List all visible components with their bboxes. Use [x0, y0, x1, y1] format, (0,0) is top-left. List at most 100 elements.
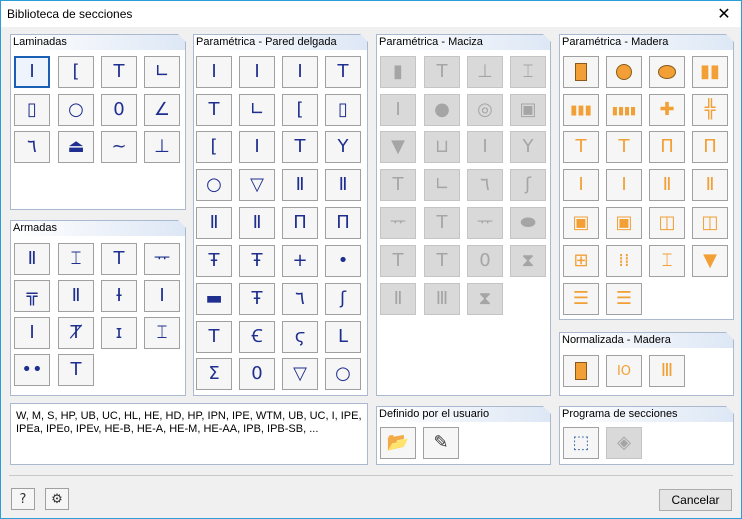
built-box-i-button[interactable]: ⌶ — [58, 243, 94, 275]
thin-trap-box2-button[interactable]: Ⅱ — [239, 207, 275, 239]
norm-wood-io-button[interactable]: IO — [606, 355, 642, 387]
built-tt-button[interactable]: ╦ — [14, 280, 50, 312]
section-pipe-button[interactable]: ○ — [58, 94, 94, 126]
built-two-bars-button[interactable]: •• — [14, 354, 50, 386]
built-i-cover-button[interactable]: Ⅰ — [144, 280, 180, 312]
thin-hook-button[interactable]: ᒪ — [325, 321, 361, 353]
wood-grid4-button[interactable]: ⊞ — [563, 245, 599, 277]
thin-double-box-button[interactable]: Ⅱ — [282, 169, 318, 201]
thin-tee3-button[interactable]: T — [282, 131, 318, 163]
solid-hourglass-button[interactable]: ⧗ — [510, 245, 546, 277]
section-bent-angle-button[interactable]: ∠ — [144, 94, 180, 126]
wood-rect-button[interactable] — [563, 56, 599, 88]
built-tee-button[interactable]: T — [58, 354, 94, 386]
solid-u-button[interactable]: ⊔ — [424, 131, 460, 163]
thin-tee-button[interactable]: T — [325, 56, 361, 88]
cancel-button[interactable]: Cancelar — [659, 489, 732, 511]
norm-wood-three-button[interactable]: Ⅲ — [649, 355, 685, 387]
built-i-stiff-button[interactable]: I — [14, 317, 50, 349]
thin-pi-button[interactable]: Π — [282, 207, 318, 239]
section-sheet-pile-button[interactable]: ~ — [101, 131, 137, 163]
section-i-button[interactable]: Ⅰ — [14, 56, 50, 88]
thin-i-cross2-button[interactable]: Ŧ — [239, 245, 275, 277]
thin-box-button[interactable]: ▯ — [325, 94, 361, 126]
solid-hollow-oval-button[interactable]: 0 — [467, 245, 503, 277]
section-solid-bar-button[interactable]: ⊥ — [144, 131, 180, 163]
solid-tee-button[interactable]: T — [424, 56, 460, 88]
thin-trap-button[interactable]: ▽ — [282, 358, 318, 390]
wood-pi2-button[interactable]: Π — [692, 131, 728, 163]
solid-ring-button[interactable]: ◎ — [467, 94, 503, 126]
section-channel-button[interactable]: [ — [58, 56, 94, 88]
wood-double-cross-button[interactable]: ╬ — [692, 94, 728, 126]
wood-layered2-button[interactable]: ☰ — [606, 283, 642, 315]
thin-pi2-button[interactable]: Π — [325, 207, 361, 239]
wood-oval-button[interactable] — [649, 56, 685, 88]
section-z-button[interactable]: ٦ — [14, 131, 50, 163]
thin-trap-box-button[interactable]: Ⅱ — [196, 207, 232, 239]
solid-ellipse-button[interactable]: ⬬ — [510, 207, 546, 239]
thin-i-asym-button[interactable]: Ⅰ — [239, 56, 275, 88]
section-rect-tube-button[interactable]: ▯ — [14, 94, 50, 126]
thin-tri-button[interactable]: ▽ — [239, 169, 275, 201]
wood-double-i-button[interactable]: Ⅱ — [649, 169, 685, 201]
thin-double-box2-button[interactable]: Ⅱ — [325, 169, 361, 201]
wood-four-button[interactable]: ▮▮▮▮ — [606, 94, 642, 126]
solid-tee-wide-button[interactable]: T — [424, 207, 460, 239]
wood-i-button[interactable]: Ⅰ — [563, 169, 599, 201]
thin-octagon-button[interactable]: ○ — [325, 358, 361, 390]
wood-i-steel-button[interactable]: ⌶ — [649, 245, 685, 277]
solid-rect-button[interactable]: ▮ — [380, 56, 416, 88]
thin-y-button[interactable]: Y — [325, 131, 361, 163]
solid-tee-left-button[interactable]: T — [380, 169, 416, 201]
thin-sigma-button[interactable]: ϛ — [282, 321, 318, 353]
thin-i-web-button[interactable]: Ŧ — [239, 283, 275, 315]
wood-i2-button[interactable]: Ⅰ — [606, 169, 642, 201]
built-double-tee-button[interactable]: ᅲ — [144, 243, 180, 275]
solid-tee-taper2-button[interactable]: T — [424, 245, 460, 277]
built-i-small-button[interactable]: ɪ — [101, 317, 137, 349]
thin-i-cross-button[interactable]: Ŧ — [196, 245, 232, 277]
wood-box2-button[interactable]: ▣ — [606, 207, 642, 239]
wood-tee-button[interactable]: T — [563, 131, 599, 163]
info-button[interactable]: ⚙ — [45, 488, 69, 510]
thin-i-lip-button[interactable]: I — [239, 131, 275, 163]
built-tee-box-button[interactable]: T — [101, 243, 137, 275]
wood-box-button[interactable]: ▣ — [563, 207, 599, 239]
built-i-box-button[interactable]: ⌶ — [144, 317, 180, 349]
thin-i-button[interactable]: Ⅰ — [196, 56, 232, 88]
close-icon[interactable]: ✕ — [713, 3, 735, 25]
solid-step-button[interactable]: ʃ — [510, 169, 546, 201]
thin-tee2-button[interactable]: T — [196, 94, 232, 126]
open-user-section-button[interactable]: 📂 — [380, 427, 416, 459]
built-double-i-button[interactable]: Ⅱ — [14, 243, 50, 275]
wood-double-box2-button[interactable]: ◫ — [692, 207, 728, 239]
thin-pipe-button[interactable]: ○ — [196, 169, 232, 201]
thin-s-button[interactable]: ʃ — [325, 283, 361, 315]
section-oval-button[interactable]: 0 — [101, 94, 137, 126]
thin-tee4-button[interactable]: T — [196, 321, 232, 353]
thin-channel-button[interactable]: [ — [282, 94, 318, 126]
thin-cross-button[interactable]: + — [282, 245, 318, 277]
solid-i2-button[interactable]: I — [380, 94, 416, 126]
wood-grid6-button[interactable]: ⁞⁞ — [606, 245, 642, 277]
built-i-plate-button[interactable]: Ɨ — [101, 280, 137, 312]
thin-dot-button[interactable]: • — [325, 245, 361, 277]
thin-flat-button[interactable]: ▬ — [196, 283, 232, 315]
solid-double-tee-button[interactable]: ᅲ — [380, 207, 416, 239]
solid-inv-tee-button[interactable]: ⊥ — [467, 56, 503, 88]
built-ii-button[interactable]: Ⅱ — [58, 280, 94, 312]
norm-wood-rect-button[interactable] — [563, 355, 599, 387]
wood-double-box-button[interactable]: ◫ — [649, 207, 685, 239]
solid-angle-button[interactable]: ∟ — [424, 169, 460, 201]
solid-tee-taper-button[interactable]: T — [380, 245, 416, 277]
wood-two-button[interactable]: ▮▮ — [692, 56, 728, 88]
solid-three-rect-button[interactable]: Ⅲ — [424, 283, 460, 315]
section-program2-button[interactable]: ◈ — [606, 427, 642, 459]
section-angle-button[interactable]: ∟ — [144, 56, 180, 88]
thin-z-button[interactable]: ٦ — [282, 283, 318, 315]
thin-i-taper-button[interactable]: Ⅰ — [282, 56, 318, 88]
solid-circle-button[interactable]: ● — [424, 94, 460, 126]
thin-angle-button[interactable]: ∟ — [239, 94, 275, 126]
thin-c-lip-button[interactable]: Ꞓ — [239, 321, 275, 353]
